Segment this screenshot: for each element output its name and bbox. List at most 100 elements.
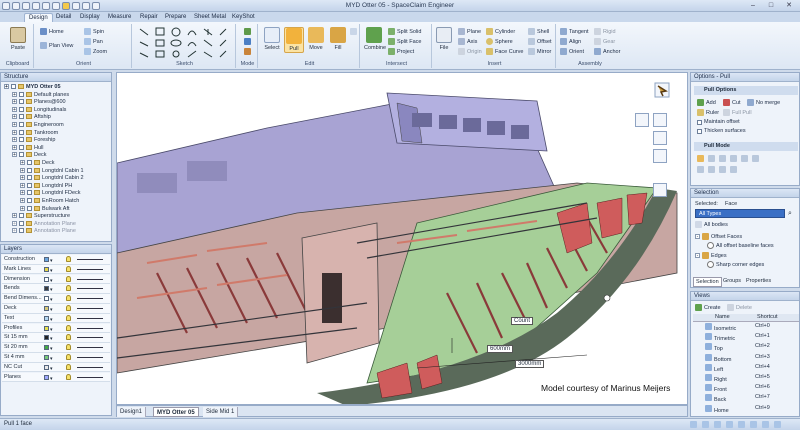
layer-visibility-icon[interactable]: [66, 265, 71, 272]
structure-item[interactable]: + Bulwark Aft: [20, 206, 70, 214]
layer-visibility-icon[interactable]: [66, 334, 71, 341]
move-button[interactable]: Move: [306, 27, 326, 51]
structure-item[interactable]: + Longtdnl Cabin 1: [20, 168, 84, 176]
tab-selection[interactable]: Selection: [693, 277, 722, 287]
sphere-button[interactable]: Sphere: [486, 38, 513, 45]
layer-color-swatch[interactable]: [44, 364, 49, 370]
edit-more-icon[interactable]: [350, 28, 357, 35]
direction-icon[interactable]: [653, 131, 667, 145]
line-style-icon[interactable]: [77, 317, 103, 319]
layer-color-swatch[interactable]: [44, 286, 49, 292]
structure-item[interactable]: + Planes@600: [12, 99, 66, 107]
expand-icon[interactable]: +: [12, 129, 17, 135]
shell-button[interactable]: Shell: [528, 28, 549, 35]
tangent-button[interactable]: Tangent: [560, 28, 589, 35]
layer-row[interactable]: NC Cut ▾: [2, 362, 110, 373]
doc-tab-design1[interactable]: Design1: [117, 407, 147, 417]
tab-prepare[interactable]: Prepare: [161, 13, 190, 22]
layer-visibility-icon[interactable]: [66, 324, 71, 331]
layer-row[interactable]: Bend Dimens... ▾: [2, 294, 110, 304]
tab-keyshot[interactable]: KeyShot: [228, 13, 259, 22]
visibility-checkbox[interactable]: [11, 84, 16, 90]
gear-button[interactable]: Gear: [594, 38, 615, 45]
layer-row[interactable]: Profiles ▾: [2, 323, 110, 334]
maintain-offset-checkbox[interactable]: Maintain offset: [697, 119, 740, 125]
delete-view-button[interactable]: Delete: [727, 304, 752, 311]
structure-item[interactable]: + Engineroom: [12, 122, 64, 130]
tab-groups[interactable]: Groups: [721, 277, 743, 287]
selection-filter-dropdown[interactable]: All Types: [695, 209, 785, 218]
tab-display[interactable]: Display: [76, 13, 104, 22]
visibility-checkbox[interactable]: [27, 167, 32, 173]
spin-button[interactable]: Spin: [84, 28, 104, 35]
layer-row[interactable]: Deck ▾: [2, 304, 110, 314]
expand-icon[interactable]: +: [12, 144, 17, 150]
line-style-icon[interactable]: [77, 259, 103, 260]
view-row[interactable]: Top Ctrl+2: [693, 343, 799, 352]
visibility-checkbox[interactable]: [19, 122, 24, 128]
expand-icon[interactable]: +: [20, 182, 25, 188]
view-row[interactable]: Right Ctrl+5: [693, 374, 799, 383]
visibility-checkbox[interactable]: [27, 190, 32, 196]
file-button[interactable]: File: [434, 27, 454, 51]
layer-row[interactable]: Text ▾: [2, 313, 110, 324]
visibility-checkbox[interactable]: [27, 205, 32, 211]
pull-options-header[interactable]: Pull Options: [694, 86, 798, 95]
layer-color-swatch[interactable]: [44, 335, 49, 341]
layer-row[interactable]: Dimension ▾: [2, 274, 110, 285]
combine-button[interactable]: Combine: [364, 27, 386, 51]
expand-icon[interactable]: +: [20, 160, 25, 166]
layer-visibility-icon[interactable]: [66, 373, 71, 380]
up-to-icon[interactable]: [653, 149, 667, 163]
view-row[interactable]: Front Ctrl+6: [693, 384, 799, 393]
edges-item[interactable]: - Edges: [695, 252, 727, 259]
structure-item[interactable]: + Longtdnl FDeck: [20, 190, 81, 198]
pan-button[interactable]: Pan: [84, 38, 103, 45]
create-view-button[interactable]: Create: [695, 304, 721, 311]
offset-button[interactable]: Offset: [528, 38, 552, 45]
line-style-icon[interactable]: [77, 278, 103, 280]
layer-color-swatch[interactable]: [44, 345, 49, 351]
structure-item[interactable]: + Tankroom: [12, 130, 58, 138]
layer-visibility-icon[interactable]: [66, 354, 71, 360]
layer-color-swatch[interactable]: [44, 296, 49, 302]
align-button[interactable]: Align: [560, 38, 581, 45]
layer-row[interactable]: St 20 mm ▾: [2, 343, 110, 353]
expand-icon[interactable]: +: [12, 228, 17, 234]
edges-sub-item[interactable]: Sharp corner edges: [707, 261, 764, 268]
expand-icon[interactable]: +: [12, 213, 17, 219]
boat-model-canvas[interactable]: [117, 73, 688, 405]
all-bodies-option[interactable]: All bodies: [695, 221, 728, 228]
fill-button[interactable]: Fill: [328, 27, 348, 51]
sketch-tools-icon[interactable]: [136, 26, 236, 60]
layer-visibility-icon[interactable]: [66, 344, 71, 351]
structure-item[interactable]: + Aftship: [12, 114, 51, 122]
line-style-icon[interactable]: [77, 298, 103, 300]
visibility-checkbox[interactable]: [27, 182, 32, 188]
layer-visibility-icon[interactable]: [66, 256, 71, 262]
zoom-button[interactable]: Zoom: [84, 48, 107, 55]
layer-visibility-icon[interactable]: [66, 363, 71, 370]
structure-item[interactable]: + EnRoom Hatch: [20, 198, 79, 206]
pull-handle-icon[interactable]: [635, 113, 649, 127]
pull-mode-tools[interactable]: [697, 155, 795, 177]
full-pull-button[interactable]: Full Pull: [723, 109, 752, 116]
no-merge-button[interactable]: No merge: [747, 99, 780, 106]
structure-item[interactable]: + Hull: [12, 145, 43, 153]
doc-tab-side-mid[interactable]: Side Mid 1: [203, 407, 239, 417]
select-button[interactable]: Select: [262, 27, 282, 51]
pull-mode-header[interactable]: Pull Mode: [694, 142, 798, 151]
expand-icon[interactable]: +: [20, 190, 25, 196]
visibility-checkbox[interactable]: [27, 160, 32, 166]
chevron-down-icon[interactable]: ▾: [50, 375, 53, 384]
layer-row[interactable]: St 15 mm ▾: [2, 333, 110, 343]
tab-detail[interactable]: Detail: [52, 13, 75, 22]
cut-button[interactable]: Cut: [723, 99, 741, 106]
anchor-button[interactable]: Anchor: [594, 48, 620, 55]
split-face-button[interactable]: Split Face: [388, 38, 421, 45]
structure-item[interactable]: + Longtdnl Cabin 2: [20, 175, 84, 183]
section-mode-icon[interactable]: [244, 38, 251, 45]
axis-button[interactable]: Axis: [458, 38, 477, 45]
tab-design[interactable]: Design: [24, 13, 53, 22]
expand-icon[interactable]: +: [12, 122, 17, 128]
